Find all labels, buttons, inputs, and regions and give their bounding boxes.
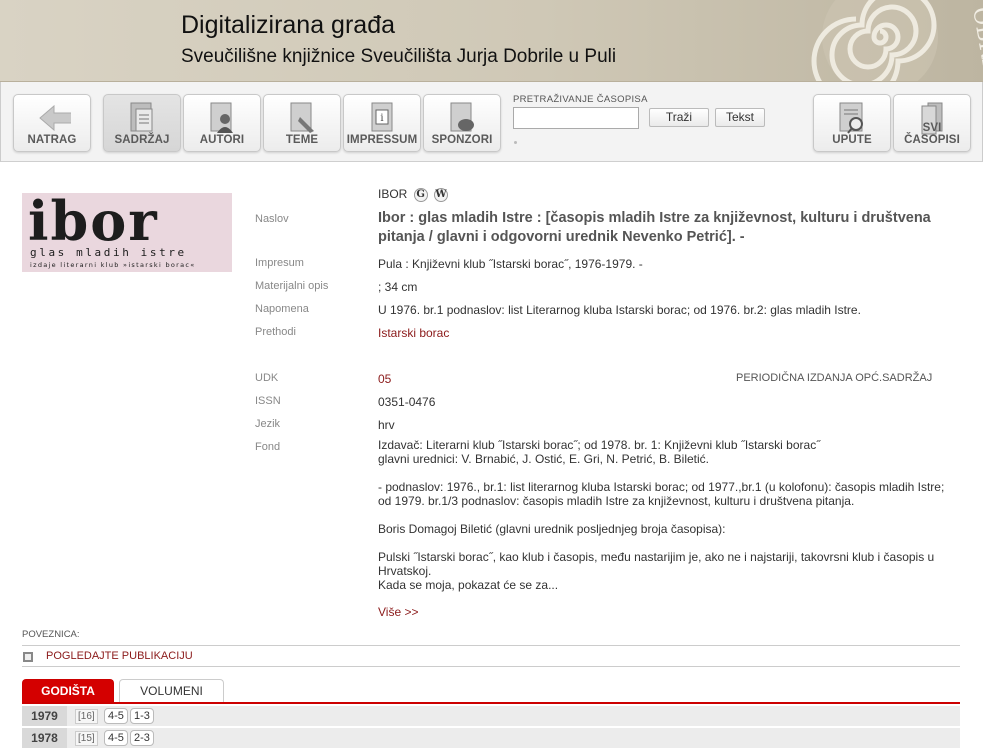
info-document-icon: i — [371, 102, 393, 132]
record-title: Ibor : glas mladih Istre : [časopis mlad… — [378, 210, 931, 245]
authors-button[interactable]: AUTORI — [183, 94, 261, 152]
tab-underline — [22, 702, 960, 704]
issue-count: [15] — [75, 731, 98, 746]
sponsors-label: SPONZORI — [431, 134, 493, 146]
search-button[interactable]: Traži — [649, 108, 709, 127]
year-label[interactable]: 1979 — [22, 706, 67, 726]
fond-line: glavni urednici: V. Brnabić, J. Ostić, E… — [378, 452, 710, 466]
year-row: 1978 [15] 4-5 2-3 — [22, 728, 960, 748]
tab-years[interactable]: GODIŠTA — [22, 679, 114, 703]
fond-line: Boris Domagoj Biletić (glavni urednik po… — [378, 522, 726, 536]
language-value: hrv — [378, 418, 395, 432]
authors-label: AUTORI — [199, 134, 245, 146]
fond-line: - podnaslov: 1976., br.1: list literarno… — [378, 480, 945, 494]
more-link[interactable]: Više >> — [378, 605, 418, 619]
book-icon — [23, 652, 33, 662]
preceded-link[interactable]: Istarski borac — [378, 326, 449, 340]
impressum-value: Pula : Književni klub ˝Istarski borac˝, … — [378, 257, 643, 271]
fond-line: Pulski ˝Istarski borac˝, kao klub i časo… — [378, 550, 935, 564]
help-label: UPUTE — [832, 134, 872, 146]
cover-publisher: izdaje literarni klub »istarski borac« — [30, 261, 196, 269]
note-label: Napomena — [255, 303, 309, 315]
magnifier-document-icon — [839, 102, 863, 134]
site-subtitle: Sveučilišne knjižnice Sveučilišta Jurja … — [181, 46, 617, 67]
udk-link[interactable]: 05 — [378, 372, 391, 386]
divider — [22, 645, 960, 646]
author-document-icon — [210, 102, 233, 133]
piggy-bank-document-icon — [450, 102, 474, 132]
cover-title: ibor — [28, 193, 159, 253]
impressum-button[interactable]: i IMPRESSUM — [343, 94, 421, 152]
title-label: Naslov — [255, 213, 289, 225]
search-options-dot — [514, 141, 517, 144]
volume-button[interactable]: 4-5 — [104, 730, 128, 746]
search-label: PRETRAŽIVANJE ČASOPISA — [513, 94, 648, 105]
tab-volumes[interactable]: VOLUMENI — [119, 679, 224, 703]
google-badge-icon[interactable]: G — [413, 187, 428, 202]
fond-line: Hrvatskoj. — [378, 564, 432, 578]
toolbar: NATRAG SADRŽAJ AUTORI TEME i IMPRESSUM S… — [0, 82, 983, 162]
material-label: Materijalni opis — [255, 280, 329, 292]
back-arrow-icon — [39, 104, 71, 132]
fond-line: od 1979. br.1/3 podnaslov: časopis mladi… — [378, 494, 855, 508]
site-title: Digitalizirana građa — [181, 11, 396, 39]
contents-button[interactable]: SADRŽAJ — [103, 94, 181, 152]
topics-button[interactable]: TEME — [263, 94, 341, 152]
material-value: ; 34 cm — [378, 280, 418, 294]
language-label: Jezik — [255, 418, 281, 430]
short-title-row: IBOR G W — [378, 187, 449, 202]
fond-value: Izdavač: Literarni klub ˝Istarski borac˝… — [378, 438, 958, 592]
udk-label: UDK — [255, 372, 279, 384]
back-button[interactable]: NATRAG — [13, 94, 91, 152]
issn-value: 0351-0476 — [378, 395, 436, 409]
links-label: POVEZNICA: — [22, 629, 80, 640]
svg-text:OBRILE U: OBRILE U — [967, 5, 983, 82]
header-banner: Digitalizirana građa Sveučilišne knjižni… — [0, 0, 983, 82]
fond-line: Izdavač: Literarni klub ˝Istarski borac˝… — [378, 438, 821, 452]
text-search-button[interactable]: Tekst — [715, 108, 765, 127]
svg-text:ČILIŠ: ČILIŠ — [760, 0, 767, 51]
document-list-icon — [130, 102, 153, 132]
preceded-label: Prethodi — [255, 326, 296, 338]
issue-count: [16] — [75, 709, 98, 724]
search-input[interactable] — [513, 107, 639, 129]
wikipedia-badge-icon[interactable]: W — [434, 187, 449, 202]
impressum-field-label: Impresum — [255, 257, 304, 269]
issn-label: ISSN — [255, 395, 281, 407]
view-publication-link[interactable]: POGLEDAJTE PUBLIKACIJU — [46, 650, 193, 662]
volume-button[interactable]: 4-5 — [104, 708, 128, 724]
udk-description: PERIODIČNA IZDANJA OPĆ.SADRŽAJ — [736, 372, 933, 384]
year-label[interactable]: 1978 — [22, 728, 67, 748]
help-button[interactable]: UPUTE — [813, 94, 891, 152]
all-journals-label: SVI ČASOPISI — [904, 122, 960, 146]
contents-label: SADRŽAJ — [114, 134, 170, 146]
back-label: NATRAG — [27, 134, 77, 146]
short-title: IBOR — [378, 187, 408, 201]
svg-text:i: i — [380, 113, 383, 124]
impressum-label: IMPRESSUM — [346, 134, 418, 146]
spiral-logo-icon: ČILIŠ OBRILE U — [760, 0, 983, 82]
note-value: U 1976. br.1 podnaslov: list Literarnog … — [378, 303, 861, 317]
fond-label: Fond — [255, 441, 281, 453]
fond-line: Kada se moja, pokazat će se za... — [378, 578, 559, 592]
divider — [22, 666, 960, 667]
topics-document-icon — [290, 102, 314, 133]
all-journals-button[interactable]: SVI ČASOPISI — [893, 94, 971, 152]
journal-cover-image: ibor glas mladih istre izdaje literarni … — [22, 193, 232, 272]
cover-subtitle: glas mladih istre — [30, 246, 187, 259]
topics-label: TEME — [285, 134, 319, 146]
year-row: 1979 [16] 4-5 1-3 — [22, 706, 960, 726]
volume-button[interactable]: 1-3 — [130, 708, 154, 724]
sponsors-button[interactable]: SPONZORI — [423, 94, 501, 152]
volume-button[interactable]: 2-3 — [130, 730, 154, 746]
